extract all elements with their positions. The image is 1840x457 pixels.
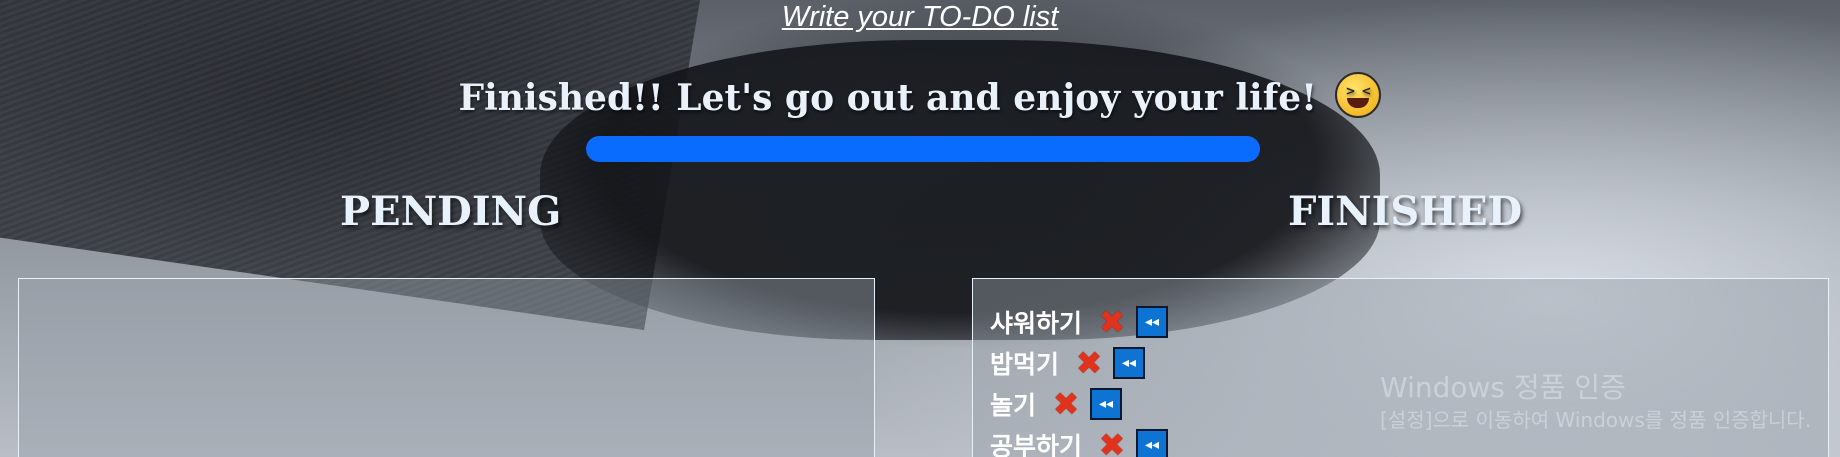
- finished-task-item: 샤워하기 ✖ ◂◂: [990, 301, 1828, 342]
- task-label: 샤워하기: [990, 308, 1083, 338]
- progress-bar-fill: [586, 136, 1260, 162]
- move-back-icon[interactable]: ◂◂: [1090, 387, 1123, 420]
- finished-heading: FINISHED: [1288, 188, 1523, 235]
- move-back-icon[interactable]: ◂◂: [1136, 305, 1169, 338]
- pending-heading: PENDING: [340, 188, 562, 235]
- delete-icon[interactable]: ✖: [1073, 347, 1105, 379]
- task-label: 밥먹기: [990, 349, 1060, 379]
- watermark-subtitle: [설정]으로 이동하여 Windows를 정품 인증합니다.: [1380, 408, 1812, 432]
- status-message-text: Finished!! Let's go out and enjoy your l…: [458, 77, 1317, 119]
- move-back-icon[interactable]: ◂◂: [1136, 428, 1169, 457]
- watermark-title: Windows 정품 인증: [1380, 371, 1626, 404]
- task-label: 공부하기: [990, 431, 1083, 457]
- progress-bar: [586, 136, 1260, 162]
- laughing-face-icon: > <: [1335, 72, 1382, 118]
- pending-list: [18, 278, 875, 457]
- status-message: Finished!! Let's go out and enjoy your l…: [0, 72, 1840, 119]
- page-title: Write your TO-DO list: [781, 1, 1059, 33]
- delete-icon[interactable]: ✖: [1096, 306, 1128, 338]
- move-back-icon[interactable]: ◂◂: [1113, 346, 1146, 379]
- task-label: 놀기: [990, 390, 1037, 420]
- delete-icon[interactable]: ✖: [1050, 388, 1082, 420]
- windows-activation-watermark: Windows 정품 인증 [설정]으로 이동하여 Windows를 정품 인증…: [1380, 370, 1811, 434]
- delete-icon[interactable]: ✖: [1096, 429, 1128, 457]
